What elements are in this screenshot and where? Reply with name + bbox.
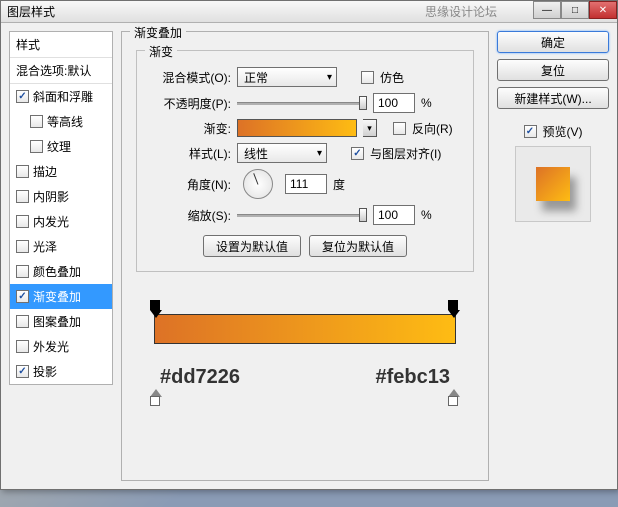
checkbox-icon[interactable]: [16, 265, 29, 278]
blend-mode-select[interactable]: 正常: [237, 67, 337, 87]
dither-checkbox[interactable]: [361, 71, 374, 84]
sidebar-item-stroke[interactable]: 描边: [10, 159, 112, 184]
sidebar-item-color-overlay[interactable]: 颜色叠加: [10, 259, 112, 284]
reverse-label: 反向(R): [412, 120, 453, 137]
preview-checkbox[interactable]: [524, 125, 537, 138]
sidebar-item-contour[interactable]: 等高线: [10, 109, 112, 134]
titlebar[interactable]: 图层样式 思缘设计论坛 PS教程论坛 — □ ✕: [1, 1, 617, 23]
style-label: 样式(L):: [151, 145, 231, 162]
gradient-editor-annotation: #dd7226 #febc13: [136, 300, 474, 389]
opacity-input[interactable]: 100: [373, 93, 415, 113]
new-style-button[interactable]: 新建样式(W)...: [497, 87, 609, 109]
color-stop-left[interactable]: [150, 389, 162, 405]
preview-label: 预览(V): [543, 123, 583, 140]
checkbox-icon[interactable]: [16, 165, 29, 178]
opacity-slider[interactable]: [237, 96, 367, 110]
blend-mode-label: 混合模式(O):: [151, 69, 231, 86]
checkbox-icon[interactable]: [16, 190, 29, 203]
preview-swatch: [536, 167, 570, 201]
sidebar-item-bevel[interactable]: 斜面和浮雕: [10, 84, 112, 109]
checkbox-icon[interactable]: [16, 315, 29, 328]
blending-options-default[interactable]: 混合选项:默认: [10, 58, 112, 84]
checkbox-icon[interactable]: [30, 140, 43, 153]
checkbox-icon[interactable]: [16, 215, 29, 228]
sidebar-item-gradient-overlay[interactable]: 渐变叠加: [10, 284, 112, 309]
checkbox-icon[interactable]: [16, 340, 29, 353]
gradient-end-hex: #febc13: [376, 366, 451, 389]
dither-label: 仿色: [380, 69, 404, 86]
gradient-dropdown-icon[interactable]: ▾: [363, 119, 377, 137]
angle-dial[interactable]: [243, 169, 273, 199]
close-button[interactable]: ✕: [589, 1, 617, 19]
sidebar-item-inner-glow[interactable]: 内发光: [10, 209, 112, 234]
watermark-text: 思缘设计论坛: [425, 3, 497, 20]
opacity-label: 不透明度(P):: [151, 95, 231, 112]
sidebar-item-texture[interactable]: 纹理: [10, 134, 112, 159]
opacity-stop-left[interactable]: [150, 300, 162, 312]
sidebar-item-outer-glow[interactable]: 外发光: [10, 334, 112, 359]
angle-input[interactable]: 111: [285, 174, 327, 194]
sidebar-item-inner-shadow[interactable]: 内阴影: [10, 184, 112, 209]
preview-swatch-area: [515, 146, 591, 222]
gradient-group: 渐变 混合模式(O): 正常 仿色 不透明度(P): 100 %: [136, 50, 474, 272]
gradient-picker[interactable]: [237, 119, 357, 137]
scale-slider[interactable]: [237, 208, 367, 222]
styles-sidebar: 样式 混合选项:默认 斜面和浮雕 等高线 纹理 描边 内阴影 内发光 光泽 颜色…: [9, 31, 113, 481]
right-buttons-column: 确定 复位 新建样式(W)... 预览(V): [497, 31, 609, 481]
color-stop-right[interactable]: [448, 389, 460, 405]
checkbox-icon[interactable]: [30, 115, 43, 128]
scale-input[interactable]: 100: [373, 205, 415, 225]
checkbox-icon[interactable]: [16, 365, 29, 378]
scale-label: 缩放(S):: [151, 207, 231, 224]
sidebar-header[interactable]: 样式: [10, 32, 112, 58]
minimize-button[interactable]: —: [533, 1, 561, 19]
reverse-checkbox[interactable]: [393, 122, 406, 135]
checkbox-icon[interactable]: [16, 90, 29, 103]
gradient-overlay-panel: 渐变叠加 渐变 混合模式(O): 正常 仿色 不透明度(P): 100: [121, 31, 489, 481]
sidebar-item-satin[interactable]: 光泽: [10, 234, 112, 259]
align-label: 与图层对齐(I): [370, 145, 441, 162]
checkbox-icon[interactable]: [16, 290, 29, 303]
checkbox-icon[interactable]: [16, 240, 29, 253]
layer-style-dialog: 图层样式 思缘设计论坛 PS教程论坛 — □ ✕ 样式 混合选项:默认 斜面和浮…: [0, 0, 618, 490]
dialog-title: 图层样式: [7, 3, 55, 20]
gradient-start-hex: #dd7226: [160, 366, 240, 389]
sidebar-item-pattern-overlay[interactable]: 图案叠加: [10, 309, 112, 334]
cancel-button[interactable]: 复位: [497, 59, 609, 81]
align-checkbox[interactable]: [351, 147, 364, 160]
gradient-label: 渐变:: [151, 120, 231, 137]
opacity-stop-right[interactable]: [448, 300, 460, 312]
ok-button[interactable]: 确定: [497, 31, 609, 53]
style-select[interactable]: 线性: [237, 143, 327, 163]
angle-label: 角度(N):: [151, 176, 231, 193]
set-default-button[interactable]: 设置为默认值: [203, 235, 301, 257]
reset-default-button[interactable]: 复位为默认值: [309, 235, 407, 257]
gradient-bar[interactable]: [154, 314, 456, 344]
maximize-button[interactable]: □: [561, 1, 589, 19]
sidebar-item-drop-shadow[interactable]: 投影: [10, 359, 112, 384]
panel-title: 渐变叠加: [130, 24, 186, 41]
gradient-group-title: 渐变: [145, 43, 177, 60]
